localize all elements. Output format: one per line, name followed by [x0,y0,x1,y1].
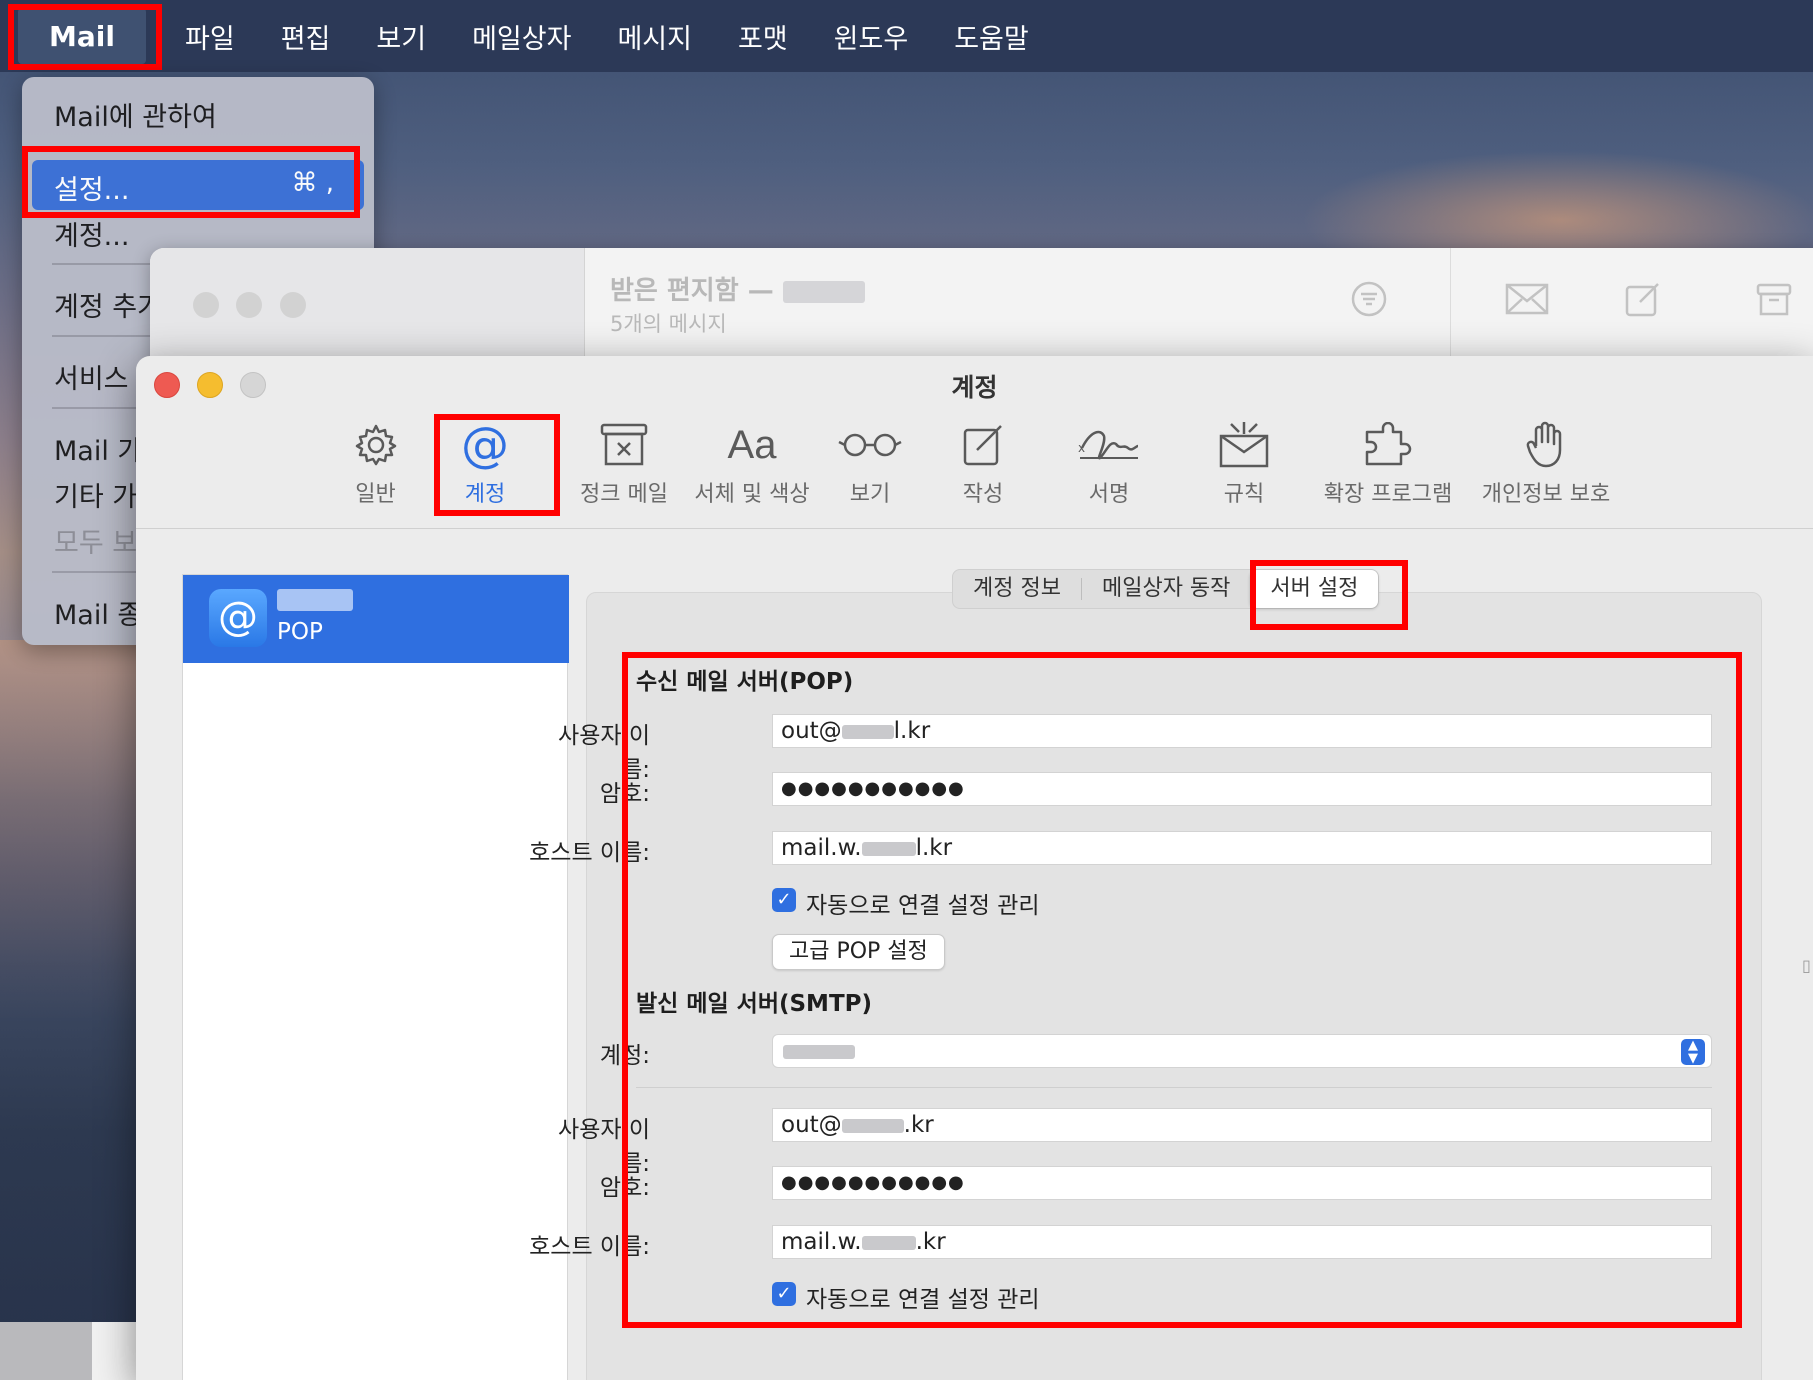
menu-file[interactable]: 파일 [162,17,258,56]
filter-icon[interactable] [1350,280,1388,327]
menu-format[interactable]: 포맷 [715,17,811,56]
section-separator [636,1087,1712,1088]
account-name-redacted [277,589,353,611]
outgoing-auto-manage-checkbox[interactable]: ✓ [772,1282,796,1306]
tab-rules[interactable]: 규칙 [1216,416,1272,508]
account-list: @ POP [182,574,569,1380]
outgoing-account-redacted [783,1045,855,1059]
account-type: POP [277,619,323,645]
menu-item-services[interactable]: 서비스 [54,357,129,396]
tab-extensions[interactable]: 확장 프로그램 [1320,416,1456,508]
tab-viewing-label: 보기 [849,482,891,507]
window-edge-handle: ▯ [1802,956,1811,975]
tab-extensions-label: 확장 프로그램 [1323,482,1453,507]
tab-composing[interactable]: 작성 [958,416,1008,508]
outgoing-username-field[interactable]: out@ .kr [772,1108,1712,1142]
outgoing-server-title: 발신 메일 서버(SMTP) [636,991,872,1017]
menu-item-settings[interactable]: 설정... ⌘ , [32,160,364,210]
tab-server-settings[interactable]: 서버 설정 [1250,570,1379,608]
account-tabs: 계정 정보 메일상자 동작 서버 설정 [952,569,1380,609]
font-icon: Aa [727,423,777,467]
archive-icon[interactable] [1756,282,1792,325]
menu-item-accounts[interactable]: 계정... [54,214,129,253]
tab-privacy[interactable]: 개인정보 보호 [1480,416,1612,508]
menu-window[interactable]: 윈도우 [811,17,932,56]
menu-item-add-account[interactable]: 계정 추가 [54,285,162,324]
window-edge [92,1322,136,1380]
tab-junk-mail[interactable]: 정크 메일 [576,416,672,508]
incoming-host-label: 호스트 이름: [529,840,650,866]
preferences-window: 계정 일반 @ 계정 정크 메일 Aa 서체 및 색상 보기 작성 x 서명 규… [136,356,1813,1380]
menu-item-about[interactable]: Mail에 관하여 [54,95,217,134]
tab-accounts-label: 계정 [464,482,506,507]
outgoing-password-field[interactable]: ●●●●●●●●●●● [772,1166,1712,1200]
toolbar-separator [136,528,1813,529]
outgoing-host-field[interactable]: mail.w. .kr [772,1225,1712,1259]
tab-junk-mail-label: 정크 메일 [580,482,668,507]
toolbar-divider [1450,248,1451,358]
chevron-updown-icon: ▲ ▼ [1681,1039,1705,1065]
tab-accounts[interactable]: @ 계정 [454,416,516,508]
menu-mailbox[interactable]: 메일상자 [449,17,594,56]
tab-signatures-label: 서명 [1088,482,1130,507]
extensions-icon [1320,416,1456,474]
outgoing-password-label: 암호: [599,1175,650,1201]
at-icon: @ [209,589,267,647]
account-row-selected[interactable]: @ POP [183,575,569,663]
menu-edit[interactable]: 편집 [258,17,354,56]
tab-general[interactable]: 일반 [348,416,403,508]
rules-icon [1216,416,1272,474]
at-icon: @ [461,417,509,473]
dock-area [0,1322,92,1380]
incoming-password-label: 암호: [599,781,650,807]
mailbox-title: 받은 편지함 — [610,270,865,307]
menu-items: 파일 편집 보기 메일상자 메시지 포맷 윈도우 도움말 [162,0,1052,72]
incoming-auto-manage-label: 자동으로 연결 설정 관리 [806,893,1040,919]
svg-text:x: x [1078,441,1085,455]
get-mail-icon[interactable] [1505,282,1549,325]
message-count: 5개의 메시지 [610,312,727,336]
outgoing-auto-manage-label: 자동으로 연결 설정 관리 [806,1287,1040,1313]
outgoing-account-label: 계정: [599,1043,650,1069]
menu-view[interactable]: 보기 [353,17,449,56]
preferences-toolbar: 일반 @ 계정 정크 메일 Aa 서체 및 색상 보기 작성 x 서명 규칙 확… [136,416,1813,528]
tab-composing-label: 작성 [962,482,1004,507]
compose-icon[interactable] [1624,280,1662,327]
menu-item-settings-label: 설정... [54,175,130,206]
menu-item-settings-shortcut: ⌘ , [291,168,334,198]
glasses-icon [836,416,904,474]
menu-help[interactable]: 도움말 [931,17,1052,56]
hand-icon [1480,416,1612,474]
incoming-password-field[interactable]: ●●●●●●●●●●● [772,772,1712,806]
tab-mailbox-behaviors[interactable]: 메일상자 동작 [1082,570,1250,608]
zoom-button-inactive[interactable] [280,292,306,318]
incoming-auto-manage-checkbox[interactable]: ✓ [772,888,796,912]
compose-icon [958,416,1008,474]
advanced-pop-settings-button[interactable]: 고급 POP 설정 [772,934,945,970]
tab-signatures[interactable]: x 서명 [1074,416,1144,508]
tab-account-info[interactable]: 계정 정보 [953,570,1081,608]
outgoing-account-select[interactable]: ▲ ▼ [772,1034,1712,1068]
minimize-button-inactive[interactable] [236,292,262,318]
tab-general-label: 일반 [355,482,396,507]
tab-rules-label: 규칙 [1223,482,1265,507]
incoming-host-field[interactable]: mail.w. l.kr [772,831,1712,865]
outgoing-host-label: 호스트 이름: [529,1234,650,1260]
menu-bar: Mail 파일 편집 보기 메일상자 메시지 포맷 윈도우 도움말 [0,0,1813,72]
menu-mail[interactable]: Mail [18,8,146,64]
menu-message[interactable]: 메시지 [594,17,715,56]
tab-fonts-colors-label: 서체 및 색상 [694,482,810,507]
tab-viewing[interactable]: 보기 [836,416,904,508]
tab-fonts-colors[interactable]: Aa 서체 및 색상 [692,416,812,508]
signature-icon: x [1074,416,1144,474]
incoming-username-field[interactable]: out@ l.kr [772,714,1712,748]
window-title: 계정 [951,373,998,402]
incoming-server-title: 수신 메일 서버(POP) [636,669,854,695]
tab-privacy-label: 개인정보 보호 [1481,482,1611,507]
junk-icon [576,416,672,474]
gear-icon [348,416,403,474]
close-button-inactive[interactable] [193,292,219,318]
